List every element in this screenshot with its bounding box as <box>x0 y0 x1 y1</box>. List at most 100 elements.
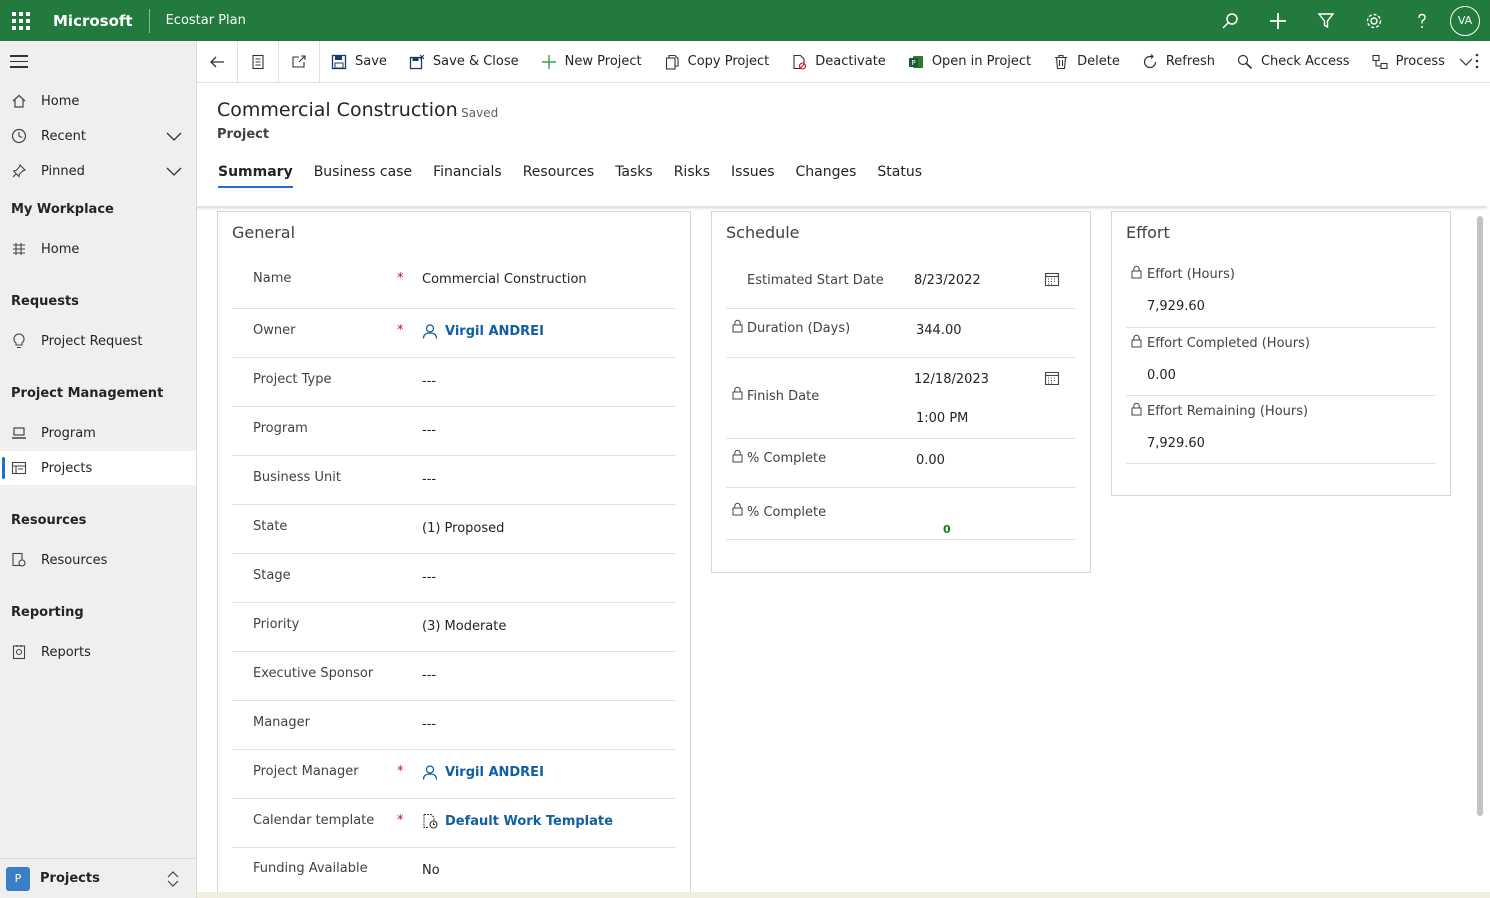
sidebar-item-program[interactable]: Program <box>0 416 196 450</box>
home-icon <box>10 92 28 110</box>
save-button[interactable]: Save <box>320 41 398 82</box>
search-icon <box>1222 12 1238 29</box>
check-access-icon <box>1237 54 1253 70</box>
search-button[interactable] <box>1206 0 1254 41</box>
field-owner: Owner * Virgil ANDREI <box>232 309 676 358</box>
section-title: Schedule <box>726 223 800 242</box>
save-icon <box>331 54 347 70</box>
tab-risks[interactable]: Risks <box>674 164 710 186</box>
start-date-input[interactable]: 8/23/2022 <box>914 273 981 288</box>
sidebar-item-projects[interactable]: Projects <box>0 451 196 485</box>
top-header: Microsoft Ecostar Plan VA <box>0 0 1490 41</box>
resource-icon <box>10 551 28 569</box>
popout-button[interactable] <box>279 41 320 82</box>
sidebar-item-project-request[interactable]: Project Request <box>0 324 196 358</box>
priority-select[interactable]: (3) Moderate <box>422 619 506 634</box>
effort-remaining-value: 7,929.60 <box>1147 436 1205 451</box>
sidebar-item-label: Projects <box>41 460 93 476</box>
new-project-button[interactable]: New Project <box>530 41 653 82</box>
tab-issues[interactable]: Issues <box>731 164 775 186</box>
area-switcher[interactable]: P Projects <box>0 858 196 898</box>
section-title: Effort <box>1126 223 1170 242</box>
form-view-button[interactable] <box>238 41 279 82</box>
business-unit-input[interactable]: --- <box>422 472 436 487</box>
schedule-section: Schedule Estimated Start Date 8/23/2022 … <box>711 211 1091 573</box>
field-finish-date: Finish Date 12/18/2023 1:00 PM <box>726 358 1076 439</box>
calendar-template-link[interactable]: Default Work Template <box>445 814 613 829</box>
tab-summary[interactable]: Summary <box>218 164 293 188</box>
more-commands-button[interactable] <box>1472 51 1482 75</box>
sidebar-item-pinned[interactable]: Pinned <box>0 154 196 188</box>
chevron-down-icon[interactable] <box>166 128 182 148</box>
nav-group-resources: Resources <box>11 513 87 528</box>
app-name[interactable]: Ecostar Plan <box>150 13 246 28</box>
popout-icon <box>292 54 306 68</box>
sidebar-item-resources[interactable]: Resources <box>0 543 196 577</box>
command-bar: Save Save & Close New Project Copy Proje… <box>197 41 1490 83</box>
sidebar-item-reports[interactable]: Reports <box>0 635 196 669</box>
help-button[interactable] <box>1398 0 1446 41</box>
sidebar-item-recent[interactable]: Recent <box>0 119 196 153</box>
manager-input[interactable]: --- <box>422 717 436 732</box>
name-input[interactable]: Commercial Construction <box>422 272 587 287</box>
deactivate-button[interactable]: Deactivate <box>780 41 897 82</box>
tab-resources[interactable]: Resources <box>523 164 595 186</box>
tab-business-case[interactable]: Business case <box>314 164 412 186</box>
delete-button[interactable]: Delete <box>1042 41 1131 82</box>
funding-available-toggle[interactable]: No <box>422 863 440 878</box>
user-avatar[interactable]: VA <box>1450 5 1480 36</box>
required-marker: * <box>397 323 404 338</box>
field-estimated-start-date: Estimated Start Date 8/23/2022 <box>726 257 1076 309</box>
sidebar-item-home[interactable]: Home <box>0 84 196 118</box>
save-close-icon <box>409 54 425 70</box>
quick-create-button[interactable] <box>1254 0 1302 41</box>
general-section: General Name * Commercial Construction O… <box>217 211 691 898</box>
lock-icon <box>732 319 743 333</box>
refresh-icon <box>1142 53 1158 70</box>
field-effort-remaining: Effort Remaining (Hours) 7,929.60 <box>1126 396 1436 464</box>
app-launcher-button[interactable] <box>0 0 41 41</box>
save-close-button[interactable]: Save & Close <box>398 41 530 82</box>
projects-icon <box>10 459 28 477</box>
tab-status[interactable]: Status <box>877 164 922 186</box>
calendar-icon[interactable] <box>1044 271 1060 287</box>
effort-completed-value: 0.00 <box>1147 368 1176 383</box>
executive-sponsor-input[interactable]: --- <box>422 668 436 683</box>
plus-icon <box>541 54 557 70</box>
field-funding-available: Funding Available No <box>253 861 440 878</box>
project-manager-link[interactable]: Virgil ANDREI <box>445 765 544 780</box>
back-button[interactable] <box>197 41 238 82</box>
advanced-find-button[interactable] <box>1302 0 1350 41</box>
process-button[interactable]: Process <box>1361 41 1484 82</box>
check-access-button[interactable]: Check Access <box>1226 41 1361 82</box>
effort-section: Effort Effort (Hours) 7,929.60 Effort Co… <box>1111 211 1451 496</box>
dashboard-icon <box>10 240 28 258</box>
process-icon <box>1372 54 1388 70</box>
state-select[interactable]: (1) Proposed <box>422 521 504 536</box>
settings-button[interactable] <box>1350 0 1398 41</box>
program-input[interactable]: --- <box>422 423 436 438</box>
tab-tasks[interactable]: Tasks <box>615 164 653 186</box>
sidebar-item-label: Project Request <box>41 333 143 349</box>
brand-name[interactable]: Microsoft <box>41 12 149 30</box>
refresh-button[interactable]: Refresh <box>1131 41 1226 82</box>
project-type-input[interactable]: --- <box>422 374 436 389</box>
lock-icon <box>732 386 743 400</box>
form-icon <box>252 54 264 69</box>
open-in-project-button[interactable]: P Open in Project <box>897 41 1042 82</box>
deactivate-icon <box>791 54 807 70</box>
tab-financials[interactable]: Financials <box>433 164 502 186</box>
chevron-down-icon[interactable] <box>1459 55 1473 69</box>
sidebar-item-label: Pinned <box>41 163 85 179</box>
sidebar-item-label: Recent <box>41 128 86 144</box>
sidebar-item-workplace-home[interactable]: Home <box>0 232 196 266</box>
copy-project-button[interactable]: Copy Project <box>653 41 781 82</box>
vertical-scrollbar[interactable] <box>1477 216 1483 816</box>
stage-select[interactable]: --- <box>422 570 436 585</box>
field-name: Name * Commercial Construction <box>232 257 676 309</box>
hamburger-icon[interactable] <box>10 55 28 69</box>
tab-changes[interactable]: Changes <box>796 164 857 186</box>
owner-link[interactable]: Virgil ANDREI <box>445 324 544 339</box>
calendar-template-icon <box>423 814 438 829</box>
chevron-down-icon[interactable] <box>166 163 182 183</box>
